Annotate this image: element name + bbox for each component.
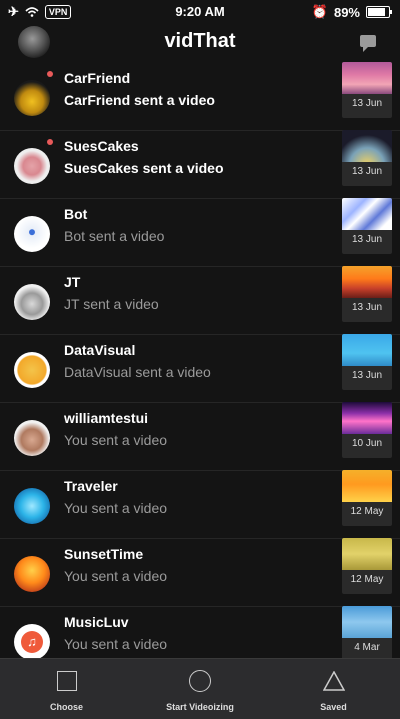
message-preview: Bot sent a video (64, 228, 165, 244)
conversation-row[interactable]: Traveler You sent a video 12 May (0, 470, 400, 539)
avatar (14, 556, 50, 592)
bottom-tab-bar: Choose Start Videoizing Saved (0, 658, 400, 719)
alarm-icon: ⏰ (311, 4, 328, 19)
tab-saved[interactable]: Saved (267, 659, 400, 719)
tab-label: Start Videoizing (166, 702, 234, 712)
unread-dot (47, 139, 53, 145)
tab-choose[interactable]: Choose (0, 659, 133, 719)
message-date: 10 Jun (351, 438, 383, 449)
conversation-row[interactable]: JT JT sent a video 13 Jun (0, 266, 400, 335)
video-thumbnail[interactable]: 13 Jun (342, 130, 392, 186)
message-date: 13 Jun (351, 302, 383, 313)
triangle-icon (322, 671, 345, 691)
avatar (14, 420, 50, 456)
contact-name: CarFriend (64, 70, 131, 86)
tab-label: Choose (49, 702, 83, 712)
conversation-row[interactable]: DataVisual DataVisual sent a video 13 Ju… (0, 334, 400, 403)
conversation-row[interactable]: CarFriend CarFriend sent a video 13 Jun (0, 62, 400, 131)
conversation-row[interactable]: SuesCakes SuesCakes sent a video 13 Jun (0, 130, 400, 199)
video-thumbnail[interactable]: 4 Mar (342, 606, 392, 658)
video-thumbnail[interactable]: 13 Jun (342, 62, 392, 118)
avatar (14, 284, 50, 320)
app-title: vidThat (164, 30, 236, 52)
avatar (14, 352, 50, 388)
video-thumbnail[interactable]: 12 May (342, 470, 392, 526)
message-date: 13 Jun (351, 166, 383, 177)
message-date: 12 May (350, 574, 384, 585)
conversation-row[interactable]: SunsetTime You sent a video 12 May (0, 538, 400, 607)
video-thumbnail[interactable]: 13 Jun (342, 266, 392, 322)
contact-name: MusicLuv (64, 614, 129, 630)
avatar (14, 488, 50, 524)
conversation-row[interactable]: Bot Bot sent a video 13 Jun (0, 198, 400, 267)
status-bar: ✈ VPN 9:20 AM ⏰ 89% (0, 0, 400, 22)
app-header: vidThat (0, 22, 400, 62)
video-thumbnail[interactable]: 12 May (342, 538, 392, 594)
contact-name: williamtestui (64, 410, 149, 426)
battery-percent: 89% (333, 4, 360, 20)
video-thumbnail[interactable]: 13 Jun (342, 334, 392, 390)
tab-label: Saved (320, 702, 347, 712)
circle-icon (189, 670, 211, 692)
avatar: ♫ (14, 624, 50, 658)
message-preview: You sent a video (64, 568, 168, 584)
video-thumbnail[interactable]: 10 Jun (342, 402, 392, 458)
message-preview: CarFriend sent a video (64, 92, 215, 108)
contact-name: Traveler (64, 478, 118, 494)
contact-name: SuesCakes (64, 138, 139, 154)
message-date: 12 May (350, 506, 384, 517)
conversation-row[interactable]: williamtestui You sent a video 10 Jun (0, 402, 400, 471)
message-preview: JT sent a video (64, 296, 159, 312)
music-note-icon: ♫ (21, 631, 43, 653)
avatar (14, 80, 50, 116)
avatar (14, 148, 50, 184)
contact-name: JT (64, 274, 81, 290)
contact-name: DataVisual (64, 342, 136, 358)
message-preview: SuesCakes sent a video (64, 160, 224, 176)
chat-icon[interactable] (360, 35, 376, 52)
message-date: 13 Jun (351, 98, 383, 109)
battery-icon (366, 6, 392, 18)
contact-name: SunsetTime (64, 546, 144, 562)
unread-dot (47, 71, 53, 77)
message-preview: You sent a video (64, 636, 168, 652)
contact-name: Bot (64, 206, 88, 222)
conversation-list[interactable]: CarFriend CarFriend sent a video 13 Jun … (0, 62, 400, 658)
message-date: 13 Jun (351, 234, 383, 245)
message-preview: You sent a video (64, 500, 168, 516)
avatar (14, 216, 50, 252)
message-preview: You sent a video (64, 432, 168, 448)
square-icon (56, 671, 77, 691)
message-preview: DataVisual sent a video (64, 364, 211, 380)
message-date: 4 Mar (354, 642, 380, 653)
message-date: 13 Jun (351, 370, 383, 381)
video-thumbnail[interactable]: 13 Jun (342, 198, 392, 254)
conversation-row[interactable]: ♫ MusicLuv You sent a video 4 Mar (0, 606, 400, 658)
tab-start-videoizing[interactable]: Start Videoizing (133, 659, 267, 719)
